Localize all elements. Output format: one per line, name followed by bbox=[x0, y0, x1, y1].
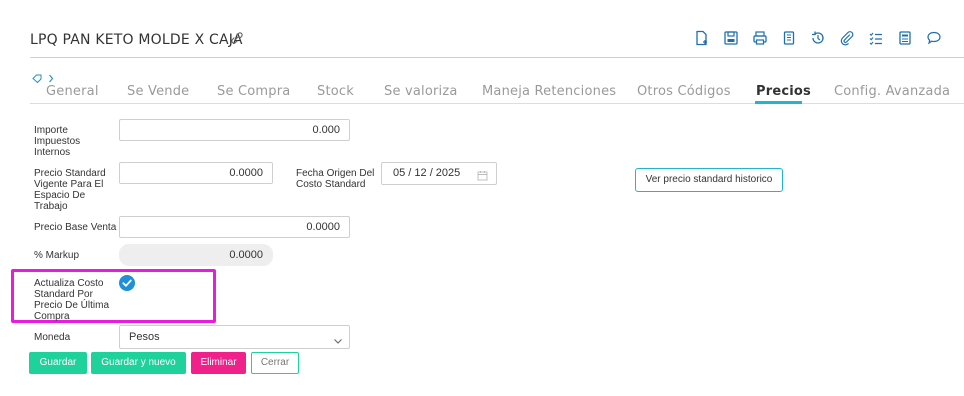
tab-maneja-retenciones[interactable]: Maneja Retenciones bbox=[482, 84, 616, 99]
report-icon[interactable] bbox=[893, 28, 917, 48]
toolbar bbox=[690, 28, 951, 48]
moneda-label: Moneda bbox=[34, 332, 71, 343]
checklist-icon[interactable] bbox=[864, 28, 888, 48]
tab-otros-codigos[interactable]: Otros Códigos bbox=[637, 84, 731, 99]
guardar-y-nuevo-button[interactable]: Guardar y nuevo bbox=[91, 352, 186, 374]
moneda-value: Pesos bbox=[129, 331, 160, 343]
history-icon[interactable] bbox=[806, 28, 830, 48]
markup-label: % Markup bbox=[34, 250, 80, 261]
tab-se-vende[interactable]: Se Vende bbox=[127, 84, 189, 99]
title-divider bbox=[30, 57, 964, 58]
save-icon[interactable] bbox=[719, 28, 743, 48]
fecha-origen-input[interactable]: 05 / 12 / 2025 bbox=[381, 162, 497, 185]
precio-base-label: Precio Base Venta bbox=[34, 222, 117, 233]
actualiza-costo-checkbox[interactable] bbox=[119, 275, 135, 291]
active-tab-indicator bbox=[755, 101, 802, 104]
chevron-down-icon bbox=[333, 332, 343, 354]
print-icon[interactable] bbox=[748, 28, 772, 48]
page-title: LPQ PAN KETO MOLDE X CAJA bbox=[30, 32, 243, 48]
moneda-select[interactable]: Pesos bbox=[119, 325, 350, 349]
ver-precio-historico-button[interactable]: Ver precio standard historico bbox=[635, 168, 783, 192]
checkmark-icon bbox=[122, 279, 132, 287]
tab-stock[interactable]: Stock bbox=[317, 84, 354, 99]
calendar-icon[interactable] bbox=[477, 168, 488, 189]
tab-general[interactable]: General bbox=[46, 84, 99, 99]
tab-config-avanzada[interactable]: Config. Avanzada bbox=[834, 84, 950, 99]
impuestos-input[interactable]: 0.000 bbox=[119, 119, 350, 141]
precio-base-input[interactable]: 0.0000 bbox=[119, 216, 350, 238]
precio-standard-input[interactable]: 0.0000 bbox=[119, 162, 273, 184]
precio-standard-label: Precio Standard Vigente Para El Espacio … bbox=[34, 168, 106, 212]
impuestos-label: Importe Impuestos Internos bbox=[34, 125, 81, 158]
comment-icon[interactable] bbox=[922, 28, 946, 48]
copy-icon[interactable] bbox=[777, 28, 801, 48]
tab-se-valoriza[interactable]: Se valoriza bbox=[384, 84, 458, 99]
link-icon[interactable] bbox=[230, 31, 244, 50]
tab-precios[interactable]: Precios bbox=[756, 84, 811, 99]
actualiza-costo-label: Actualiza Costo Standard Por Precio De Ú… bbox=[34, 278, 110, 322]
fecha-origen-label: Fecha Origen Del Costo Standard bbox=[296, 168, 375, 190]
cerrar-button[interactable]: Cerrar bbox=[251, 352, 299, 374]
guardar-button[interactable]: Guardar bbox=[29, 352, 87, 374]
new-document-icon[interactable] bbox=[690, 28, 714, 48]
eliminar-button[interactable]: Eliminar bbox=[191, 352, 246, 374]
markup-input: 0.0000 bbox=[119, 244, 273, 266]
attach-icon[interactable] bbox=[835, 28, 859, 48]
fecha-origen-value: 05 / 12 / 2025 bbox=[393, 167, 461, 179]
tab-se-compra[interactable]: Se Compra bbox=[217, 84, 290, 99]
